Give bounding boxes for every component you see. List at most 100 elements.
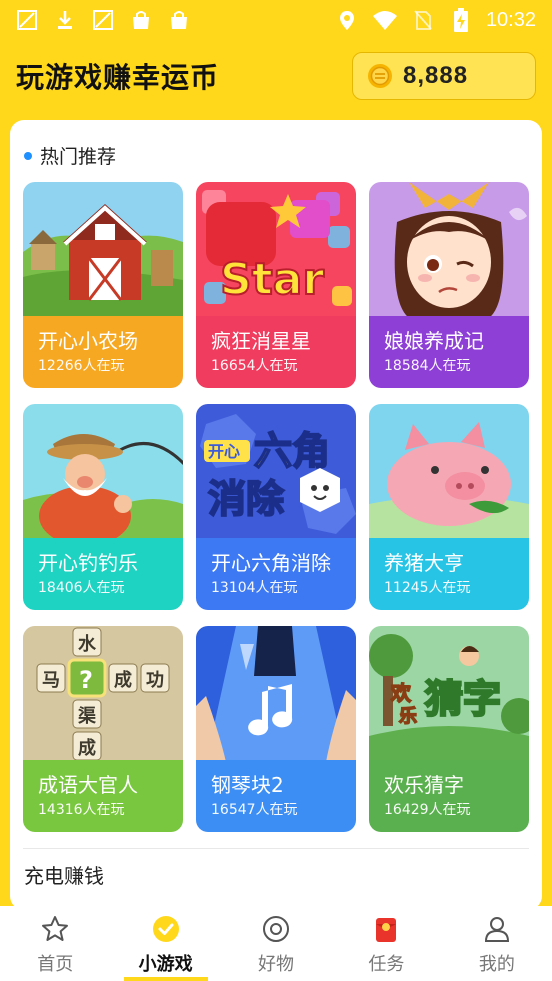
nav-label: 任务 xyxy=(368,954,405,975)
section-header: 热门推荐 xyxy=(24,142,116,169)
game-card-fishing[interactable]: 开心钓钓乐 18406人在玩 xyxy=(23,404,183,610)
fisherman-art xyxy=(23,404,183,540)
charge-section-title: 充电赚钱 xyxy=(24,864,104,888)
game-info: 钢琴块2 16547人在玩 xyxy=(196,760,356,832)
idiom-bottom1: 渠 xyxy=(78,705,96,727)
no-sim-icon xyxy=(410,7,436,33)
game-players: 16547人在玩 xyxy=(211,802,298,818)
game-players: 18406人在玩 xyxy=(38,580,125,596)
star-word: Star xyxy=(220,254,324,305)
section-title: 热门推荐 xyxy=(40,146,117,168)
active-tab-indicator xyxy=(123,977,208,981)
hexagon-elimination-art: 开心 六角 消除 xyxy=(196,404,356,540)
empress-girl-art xyxy=(369,182,529,318)
game-players: 14316人在玩 xyxy=(38,802,125,818)
shopping-bag-icon xyxy=(166,7,192,33)
guess-small-2: 乐 xyxy=(399,706,417,727)
game-card-farm[interactable]: 开心小农场 12266人在玩 xyxy=(23,182,183,388)
idiom-top: 水 xyxy=(78,633,97,655)
game-name: 娘娘养成记 xyxy=(384,329,484,353)
no-image-icon xyxy=(90,7,116,33)
nav-label: 我的 xyxy=(478,954,515,975)
game-name: 开心小农场 xyxy=(38,329,138,353)
game-players: 11245人在玩 xyxy=(384,580,471,596)
nav-item-home[interactable]: 首页 xyxy=(0,906,110,981)
red-envelope-icon xyxy=(371,914,401,944)
nav-item-profile[interactable]: 我的 xyxy=(442,906,552,981)
nav-label: 小游戏 xyxy=(138,954,193,975)
bottom-nav: 首页 小游戏 好物 任务 我的 xyxy=(0,906,552,981)
idiom-bottom2: 成 xyxy=(78,737,96,759)
nav-label: 好物 xyxy=(258,954,295,975)
circle-target-icon xyxy=(261,914,291,944)
game-card-hexagon[interactable]: 开心 六角 消除 开心六角消除 13104人在玩 xyxy=(196,404,356,610)
game-card-empress[interactable]: 娘娘养成记 18584人在玩 xyxy=(369,182,529,388)
pig-art xyxy=(369,404,529,540)
game-card-word-guess[interactable]: 欢 乐 猜字 欢乐猜字 16429人在玩 xyxy=(369,626,529,832)
coin-balance[interactable]: 8,888 xyxy=(352,52,536,100)
coin-value: 8,888 xyxy=(403,62,469,89)
game-name: 钢琴块2 xyxy=(211,773,284,797)
idiom-left: 马 xyxy=(42,670,60,691)
guess-small-1: 欢 xyxy=(390,681,412,705)
check-badge-icon xyxy=(151,914,181,944)
game-card-star[interactable]: Star 疯狂消星星 16654人在玩 xyxy=(196,182,356,388)
game-card-piano[interactable]: 钢琴块2 16547人在玩 xyxy=(196,626,356,832)
game-players: 16654人在玩 xyxy=(211,358,298,374)
page-title: 玩游戏赚幸运币 xyxy=(16,61,220,94)
nav-label: 首页 xyxy=(37,954,74,975)
farm-barn-art xyxy=(23,182,183,318)
game-name: 欢乐猜字 xyxy=(384,773,464,797)
idiom-crossword-art: 水 马 ? 成 功 渠 成 xyxy=(23,626,183,762)
game-players: 16429人在玩 xyxy=(384,802,471,818)
game-name: 养猪大亨 xyxy=(384,551,464,575)
hex-title-1: 六角 xyxy=(254,429,330,473)
content-card: 热门推荐 开心小农场 12266人在玩 Star 疯狂消星星 16654人在玩 … xyxy=(10,120,542,910)
nav-item-tasks[interactable]: 任务 xyxy=(331,906,441,981)
status-bar: 10:32 xyxy=(0,0,552,40)
star-candy-art: Star xyxy=(196,182,356,318)
game-name: 疯狂消星星 xyxy=(211,329,311,353)
system-icons: 10:32 xyxy=(334,7,536,33)
clock: 10:32 xyxy=(485,8,536,31)
game-name: 开心六角消除 xyxy=(211,551,331,575)
game-card-idiom[interactable]: 水 马 ? 成 功 渠 成 成语大官人 14316人在玩 xyxy=(23,626,183,832)
user-icon xyxy=(482,914,512,944)
game-info: 疯狂消星星 16654人在玩 xyxy=(196,316,356,388)
idiom-center: ? xyxy=(79,666,93,694)
section-dot xyxy=(24,151,32,160)
game-name: 开心钓钓乐 xyxy=(38,551,138,575)
game-info: 开心六角消除 13104人在玩 xyxy=(196,538,356,610)
game-info: 开心钓钓乐 18406人在玩 xyxy=(23,538,183,610)
hex-title-2: 消除 xyxy=(208,477,285,521)
word-guess-art: 欢 乐 猜字 xyxy=(369,626,529,762)
guess-big: 猜字 xyxy=(425,677,501,721)
idiom-right1: 成 xyxy=(114,669,132,691)
location-icon xyxy=(334,7,360,33)
shopping-bag-icon xyxy=(128,7,154,33)
section-divider xyxy=(23,848,529,849)
hex-badge-text: 开心 xyxy=(208,442,240,461)
nav-item-goods[interactable]: 好物 xyxy=(221,906,331,981)
header: 玩游戏赚幸运币 8,888 xyxy=(0,40,552,112)
game-card-pig[interactable]: 养猪大亨 11245人在玩 xyxy=(369,404,529,610)
game-info: 娘娘养成记 18584人在玩 xyxy=(369,316,529,388)
nav-item-mini-games[interactable]: 小游戏 xyxy=(110,906,220,981)
no-image-icon xyxy=(14,7,40,33)
game-info: 成语大官人 14316人在玩 xyxy=(23,760,183,832)
wifi-icon xyxy=(372,7,398,33)
game-players: 13104人在玩 xyxy=(211,580,298,596)
game-info: 欢乐猜字 16429人在玩 xyxy=(369,760,529,832)
game-players: 12266人在玩 xyxy=(38,358,125,374)
download-icon xyxy=(52,7,78,33)
game-name: 成语大官人 xyxy=(38,773,138,797)
game-info: 开心小农场 12266人在玩 xyxy=(23,316,183,388)
piano-tiles-art xyxy=(196,626,356,762)
coin-icon xyxy=(367,63,393,89)
game-info: 养猪大亨 11245人在玩 xyxy=(369,538,529,610)
star-outline-icon xyxy=(40,914,70,944)
battery-charging-icon xyxy=(448,7,474,33)
idiom-right2: 功 xyxy=(146,670,164,691)
game-players: 18584人在玩 xyxy=(384,358,471,374)
notification-icons xyxy=(14,7,192,33)
